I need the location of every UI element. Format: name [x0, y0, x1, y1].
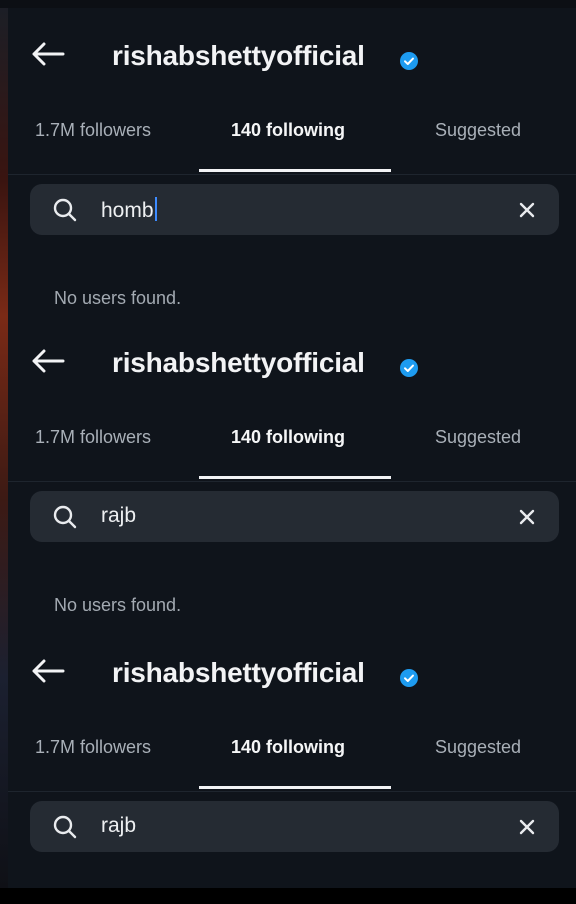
active-tab-indicator [199, 786, 391, 789]
search-input[interactable]: homb [101, 197, 157, 223]
close-icon[interactable] [514, 504, 540, 530]
tab-following[interactable]: 140 following [231, 427, 345, 448]
tab-followers[interactable]: 1.7M followers [35, 737, 151, 758]
tab-followers[interactable]: 1.7M followers [35, 427, 151, 448]
following-panel-2: rishabshettyofficial 1.7M followers 140 … [8, 315, 576, 623]
profile-header: rishabshettyofficial [8, 8, 576, 92]
tab-bar: 1.7M followers 140 following Suggested [8, 108, 576, 175]
search-input[interactable]: rajb [101, 814, 136, 838]
back-button[interactable] [28, 34, 68, 74]
text-caret [154, 197, 157, 221]
verified-badge-icon [400, 669, 418, 687]
screen-collage: rishabshettyofficial 1.7M followers 140 … [0, 0, 576, 904]
search-query-text: homb [101, 199, 154, 222]
tab-followers[interactable]: 1.7M followers [35, 120, 151, 141]
profile-header: rishabshettyofficial [8, 315, 576, 399]
tab-bar: 1.7M followers 140 following Suggested [8, 415, 576, 482]
tab-suggested[interactable]: Suggested [435, 427, 521, 448]
search-icon [53, 505, 77, 529]
bottom-edge-strip [0, 888, 576, 904]
verified-badge-icon [400, 359, 418, 377]
tab-suggested[interactable]: Suggested [435, 120, 521, 141]
tab-suggested[interactable]: Suggested [435, 737, 521, 758]
empty-state-message: No users found. [54, 595, 182, 615]
tab-following[interactable]: 140 following [231, 737, 345, 758]
back-button[interactable] [28, 341, 68, 381]
search-field[interactable]: rajb [30, 801, 559, 852]
search-field[interactable]: homb [30, 184, 559, 235]
profile-header: rishabshettyofficial [8, 625, 576, 709]
verified-badge-icon [400, 52, 418, 70]
search-icon [53, 198, 77, 222]
back-button[interactable] [28, 651, 68, 691]
arrow-left-icon [32, 349, 65, 373]
top-edge-strip [0, 0, 576, 8]
profile-username[interactable]: rishabshettyofficial [112, 40, 365, 72]
profile-username[interactable]: rishabshettyofficial [112, 657, 365, 689]
active-tab-indicator [199, 476, 391, 479]
active-tab-indicator [199, 169, 391, 172]
close-icon[interactable] [514, 814, 540, 840]
following-panel-1: rishabshettyofficial 1.7M followers 140 … [8, 8, 576, 316]
tab-following[interactable]: 140 following [231, 120, 345, 141]
search-icon [53, 815, 77, 839]
close-icon[interactable] [514, 197, 540, 223]
empty-state-message: No users found. [54, 288, 182, 308]
left-edge-strip [0, 0, 8, 904]
arrow-left-icon [32, 42, 65, 66]
search-input[interactable]: rajb [101, 504, 136, 528]
tab-bar: 1.7M followers 140 following Suggested [8, 725, 576, 792]
following-panel-3: rishabshettyofficial 1.7M followers 140 … [8, 625, 576, 888]
search-field[interactable]: rajb [30, 491, 559, 542]
arrow-left-icon [32, 659, 65, 683]
profile-username[interactable]: rishabshettyofficial [112, 347, 365, 379]
